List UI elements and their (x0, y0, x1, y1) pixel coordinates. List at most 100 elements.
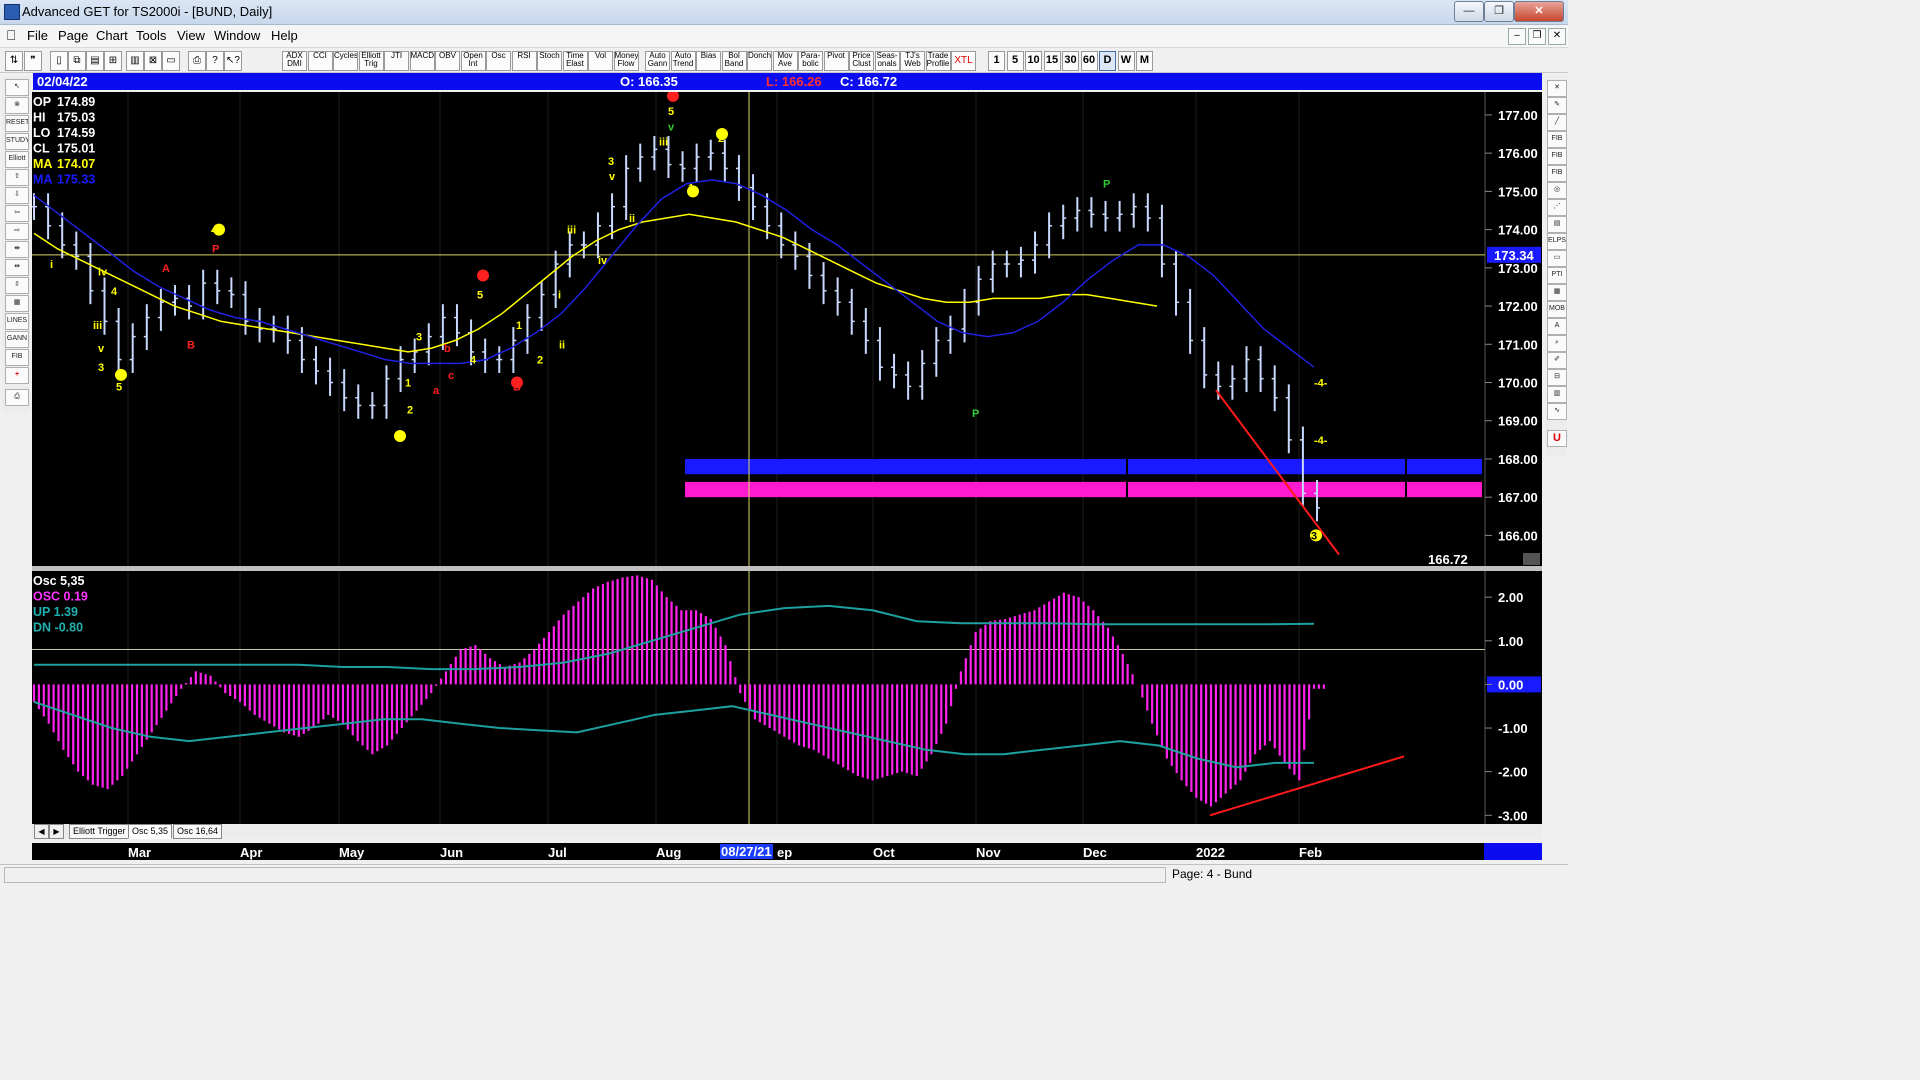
pti-button[interactable]: PTI (1547, 267, 1567, 284)
tab-osc-16-64[interactable]: Osc 16,64 (173, 824, 223, 839)
study-button-cci[interactable]: CCI (307, 51, 333, 71)
pointer-tool-icon[interactable]: ↖ (5, 79, 29, 96)
elliott-button[interactable]: Elliott (5, 151, 29, 168)
study-button-stoch[interactable]: Stoch (537, 51, 562, 71)
mdi-restore-button[interactable]: ❐ (1528, 28, 1546, 45)
crosshair-icon[interactable]: + (5, 367, 29, 384)
arrow-left-icon[interactable]: ⇦ (5, 205, 29, 222)
fib-button[interactable]: FIB (5, 349, 29, 366)
magnifier-icon[interactable]: ⌕ (1547, 335, 1567, 352)
arrow-up-icon[interactable]: ⇧ (5, 169, 29, 186)
menu-tools[interactable]: Tools (136, 28, 166, 43)
study-button-macd[interactable]: MACD (409, 51, 435, 71)
fan-tool-icon[interactable]: ⋰ (1547, 199, 1567, 216)
tab-prev-button[interactable]: ◀ (34, 824, 49, 839)
lines-button[interactable]: LINES (5, 313, 29, 330)
help-icon[interactable]: ? (206, 51, 224, 71)
close-button[interactable]: ✕ (1514, 1, 1564, 22)
marker-icon[interactable]: ✐ (1547, 352, 1567, 369)
fib-ret-button[interactable]: FIB RET (1547, 131, 1567, 148)
zoom-icon[interactable]: ⇳ (5, 277, 29, 294)
study-button-open-int[interactable]: Open Int (460, 51, 486, 71)
grid-tool-icon[interactable]: ▦ (1547, 284, 1567, 301)
period-button-w[interactable]: W (1117, 51, 1135, 71)
study-button-adx-dmi[interactable]: ADX DMI (282, 51, 307, 71)
layout-icon[interactable]: ⊞ (104, 51, 122, 71)
minimize-button[interactable]: — (1454, 1, 1484, 22)
delete-icon[interactable]: ⊠ (144, 51, 162, 71)
oscillator-svg[interactable]: 2.00 1.00 0.00 -1.00 -2.00 -3.00 Osc 5,35 OSC 0… (32, 571, 1542, 824)
study-button-osc[interactable]: Osc (486, 51, 511, 71)
print-icon[interactable]: ⎙ (188, 51, 206, 71)
compress-icon[interactable]: ⇼ (5, 241, 29, 258)
menu-help[interactable]: Help (271, 28, 298, 43)
rectangle-tool-icon[interactable]: ▭ (1547, 250, 1567, 267)
circle-tool-icon[interactable]: ◎ (1547, 182, 1567, 199)
quote-icon[interactable]: ❞ (24, 51, 42, 71)
study-button-trade-profile[interactable]: Trade Profile (925, 51, 951, 71)
time-axis-scroll[interactable] (1484, 843, 1542, 860)
period-button-15[interactable]: 15 (1043, 51, 1061, 71)
mob-button[interactable]: MOB (1547, 301, 1567, 318)
close-tool-icon[interactable]: ✕ (1547, 80, 1567, 97)
menu-chart[interactable]: Chart (96, 28, 128, 43)
study-button-time-elast[interactable]: Time Elast (562, 51, 588, 71)
arrow-down-icon[interactable]: ⇩ (5, 187, 29, 204)
open-icon[interactable]: ▤ (86, 51, 104, 71)
expand-icon[interactable]: ⇹ (5, 259, 29, 276)
new-page-icon[interactable]: ▯ (50, 51, 68, 71)
mdi-close-button[interactable]: ✕ (1548, 28, 1566, 45)
study-button-bol-band[interactable]: Bol Band (721, 51, 747, 71)
study-button[interactable]: STUDY (5, 133, 29, 150)
period-button-m[interactable]: M (1136, 51, 1153, 71)
pencil-icon[interactable]: ✎ (1547, 97, 1567, 114)
line-tool-icon[interactable]: ╱ (1547, 114, 1567, 131)
period-button-60[interactable]: 60 (1080, 51, 1098, 71)
study-button-mov-ave[interactable]: Mov Ave (772, 51, 798, 71)
price-chart-panel[interactable]: 177.00 176.00 175.00 174.00 173.00 172.00 171.… (31, 89, 1542, 567)
channel-tool-icon[interactable]: ▤ (1547, 216, 1567, 233)
study-button-jti[interactable]: JTI (384, 51, 409, 71)
ruler-icon[interactable]: ⊟ (1547, 369, 1567, 386)
period-button-5[interactable]: 5 (1006, 51, 1024, 71)
period-button-10[interactable]: 10 (1025, 51, 1042, 71)
restore-button[interactable]: ❐ (1484, 1, 1514, 22)
period-button-d[interactable]: D (1099, 51, 1116, 71)
fib-time-button[interactable]: FIB TIME (1547, 165, 1567, 182)
undo-button[interactable]: U (1547, 430, 1567, 447)
study-button-seas-onals[interactable]: Seas-onals (874, 51, 900, 71)
document-icon[interactable]: ⎕ (7, 27, 15, 44)
study-button-donch[interactable]: Donch (747, 51, 772, 71)
study-button-vol[interactable]: Vol (588, 51, 613, 71)
study-button-auto-gann[interactable]: Auto Gann (645, 51, 670, 71)
table-icon[interactable]: ▥ (1547, 386, 1567, 403)
tab-next-button[interactable]: ▶ (49, 824, 64, 839)
study-button-pivot[interactable]: Pivot (823, 51, 849, 71)
study-button-bias[interactable]: Bias (696, 51, 721, 71)
menu-window[interactable]: Window (214, 28, 260, 43)
study-button-obv[interactable]: OBV (435, 51, 460, 71)
tab-elliott-trigger[interactable]: Elliott Trigger (69, 824, 130, 839)
study-button-tj-s-web[interactable]: TJ's Web (900, 51, 925, 71)
study-button-auto-trend[interactable]: Auto Trend (670, 51, 696, 71)
split-icon[interactable]: ▥ (126, 51, 144, 71)
menu-page[interactable]: Page (58, 28, 88, 43)
study-button-elliott-trig[interactable]: Elliott Trig (358, 51, 384, 71)
menu-view[interactable]: View (177, 28, 205, 43)
study-button-rsi[interactable]: RSI (511, 51, 537, 71)
study-button-money-flow[interactable]: Money Flow (613, 51, 639, 71)
gann-button[interactable]: GANN (5, 331, 29, 348)
study-button-xtl[interactable]: XTL (951, 51, 976, 71)
menu-file[interactable]: File (27, 28, 48, 43)
study-button-para-bolic[interactable]: Para-bolic (798, 51, 823, 71)
oscillator-panel[interactable]: 2.00 1.00 0.00 -1.00 -2.00 -3.00 Osc 5,35 OSC 0… (32, 571, 1542, 824)
context-help-icon[interactable]: ↖? (224, 51, 242, 71)
grid-icon[interactable]: ▦ (5, 295, 29, 312)
study-button-price-clust[interactable]: Price Clust (849, 51, 874, 71)
reset-button[interactable]: RESET (5, 115, 29, 132)
ellipse-button[interactable]: ELPS (1547, 233, 1567, 250)
binoculars-icon[interactable]: ⊗ (5, 97, 29, 114)
text-tool-button[interactable]: A (1547, 318, 1567, 335)
arrow-right-icon[interactable]: ⇨ (5, 223, 29, 240)
period-button-30[interactable]: 30 (1062, 51, 1079, 71)
